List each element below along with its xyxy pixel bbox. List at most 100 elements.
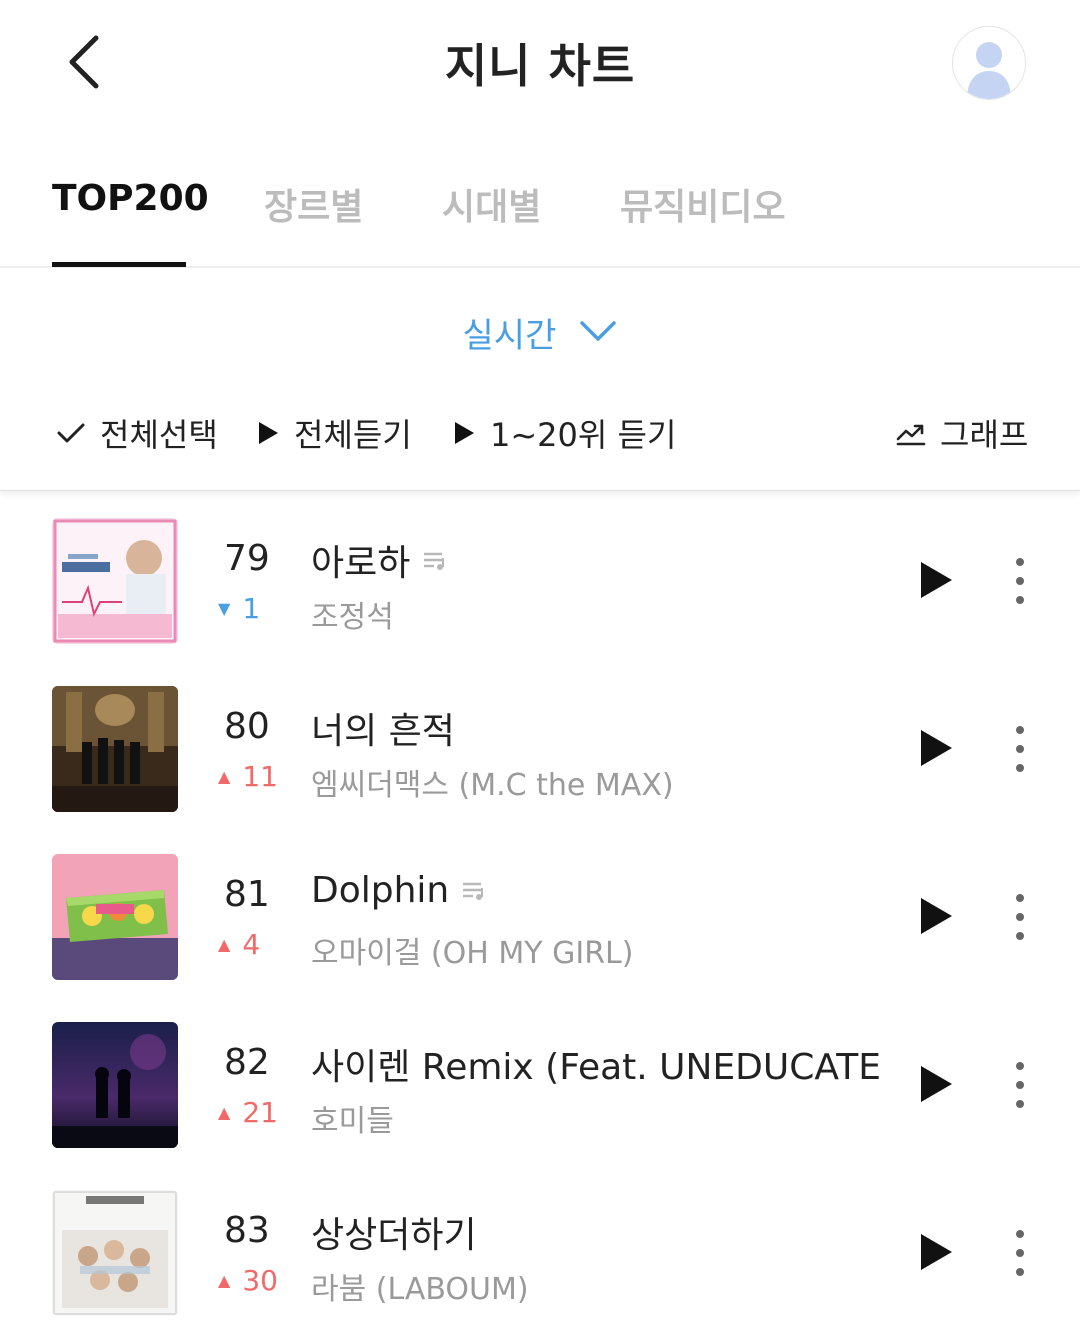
more-options-button[interactable] (1008, 558, 1032, 604)
rank-change-value: 4 (242, 928, 261, 961)
action-bar: 전체선택 전체듣기 1~20위 듣기 그래프 (0, 398, 1080, 491)
play-icon (921, 1066, 952, 1102)
play-all-label: 전체듣기 (294, 416, 412, 454)
play-top20-label: 1~20위 듣기 (490, 416, 677, 454)
song-row[interactable]: 83 ▲ 30 상상더하기 라붐 (LABOUM) (0, 1162, 1080, 1330)
more-dot (1016, 894, 1024, 902)
rank-up-icon: ▲ (218, 1271, 231, 1290)
song-title-container[interactable]: 아로하 (311, 534, 448, 586)
song-row[interactable]: 79 ▼ 1 아로하 조정석 (0, 490, 1080, 658)
song-title: 아로하 (311, 543, 411, 584)
select-all-label: 전체선택 (100, 416, 218, 454)
rank-up-icon: ▲ (218, 767, 231, 786)
more-options-button[interactable] (1008, 726, 1032, 772)
rank-up-icon: ▲ (218, 1103, 231, 1122)
song-title-container[interactable]: 상상더하기 (311, 1206, 477, 1258)
more-dot (1016, 596, 1024, 604)
song-title-container[interactable]: 사이렌 Remix (Feat. UNEDUCATE.. (311, 1038, 881, 1090)
period-label: 실시간 (462, 316, 557, 356)
more-options-button[interactable] (1008, 1062, 1032, 1108)
checkmark-icon (57, 423, 85, 443)
more-options-button[interactable] (1008, 894, 1032, 940)
song-title: 사이렌 Remix (Feat. UNEDUCATE.. (311, 1047, 881, 1088)
play-icon (921, 562, 952, 598)
rank-change: ▲ 4 (218, 928, 260, 961)
tab-top200[interactable]: TOP200 (52, 178, 209, 219)
play-all-button[interactable]: 전체듣기 (256, 410, 412, 456)
more-dot (1016, 1268, 1024, 1276)
album-cover[interactable] (52, 518, 178, 644)
album-cover[interactable] (52, 854, 178, 980)
song-rank: 81 (224, 874, 270, 915)
song-artist[interactable]: 호미들 (311, 1096, 394, 1140)
more-options-button[interactable] (1008, 1230, 1032, 1276)
more-dot (1016, 577, 1024, 585)
page-title: 지니 차트 (444, 39, 636, 93)
rank-change: ▼ 1 (218, 592, 260, 625)
play-icon (921, 898, 952, 934)
play-song-button[interactable] (918, 1232, 954, 1272)
rank-change: ▲ 11 (218, 760, 278, 793)
rank-change-value: 11 (242, 760, 278, 793)
trend-graph-icon (896, 424, 926, 446)
song-rank: 80 (224, 706, 270, 747)
more-dot (1016, 1062, 1024, 1070)
more-dot (1016, 558, 1024, 566)
album-cover[interactable] (52, 1190, 178, 1316)
rank-change-value: 1 (242, 592, 261, 625)
rank-change-value: 30 (242, 1264, 278, 1297)
song-title: Dolphin (311, 870, 450, 911)
play-song-button[interactable] (918, 1064, 954, 1104)
song-title-container[interactable]: 너의 흔적 (311, 702, 455, 754)
more-dot (1016, 745, 1024, 753)
play-top20-button[interactable]: 1~20위 듣기 (452, 410, 676, 456)
user-avatar-icon (967, 42, 1011, 99)
play-icon (921, 730, 952, 766)
user-avatar-button[interactable] (952, 26, 1026, 100)
play-icon (455, 422, 474, 444)
song-title: 너의 흔적 (311, 711, 455, 752)
song-artist[interactable]: 라붐 (LABOUM) (311, 1264, 529, 1308)
song-row[interactable]: 81 ▲ 4 Dolphin 오마이걸 (OH MY GIRL) (0, 826, 1080, 994)
lyrics-icon (461, 870, 487, 911)
album-cover[interactable] (52, 1022, 178, 1148)
category-tabs: TOP200 장르별 시대별 뮤직비디오 (0, 168, 1080, 268)
tab-era[interactable]: 시대별 (442, 178, 541, 230)
play-song-button[interactable] (918, 560, 954, 600)
graph-button[interactable]: 그래프 (896, 410, 1028, 456)
album-cover[interactable] (52, 686, 178, 812)
more-dot (1016, 1230, 1024, 1238)
song-title: 상상더하기 (311, 1215, 477, 1256)
song-artist[interactable]: 오마이걸 (OH MY GIRL) (311, 928, 633, 972)
more-dot (1016, 764, 1024, 772)
tab-genre[interactable]: 장르별 (264, 178, 363, 230)
select-all-button[interactable]: 전체선택 (56, 410, 218, 456)
song-rank: 79 (224, 538, 270, 579)
rank-down-icon: ▼ (218, 599, 231, 618)
play-icon (259, 422, 278, 444)
more-dot (1016, 1100, 1024, 1108)
period-selector[interactable]: 실시간 (0, 308, 1080, 357)
song-row[interactable]: 80 ▲ 11 너의 흔적 엠씨더맥스 (M.C the MAX) (0, 658, 1080, 826)
rank-change-value: 21 (242, 1096, 278, 1129)
app-header: 지니 차트 (0, 0, 1080, 130)
song-artist[interactable]: 엠씨더맥스 (M.C the MAX) (311, 760, 674, 804)
song-row[interactable]: 82 ▲ 21 사이렌 Remix (Feat. UNEDUCATE.. 호미들 (0, 994, 1080, 1162)
play-song-button[interactable] (918, 896, 954, 936)
song-title-container[interactable]: Dolphin (311, 870, 487, 911)
more-dot (1016, 1249, 1024, 1257)
active-tab-indicator (52, 262, 186, 267)
play-song-button[interactable] (918, 728, 954, 768)
lyrics-icon (422, 540, 448, 581)
more-dot (1016, 913, 1024, 921)
song-rank: 82 (224, 1042, 270, 1083)
more-dot (1016, 1081, 1024, 1089)
chevron-down-icon (579, 319, 617, 347)
graph-label: 그래프 (940, 416, 1029, 454)
song-rank: 83 (224, 1210, 270, 1251)
more-dot (1016, 932, 1024, 940)
song-artist[interactable]: 조정석 (311, 592, 394, 636)
rank-up-icon: ▲ (218, 935, 231, 954)
tab-music-video[interactable]: 뮤직비디오 (620, 178, 786, 230)
play-icon (921, 1234, 952, 1270)
